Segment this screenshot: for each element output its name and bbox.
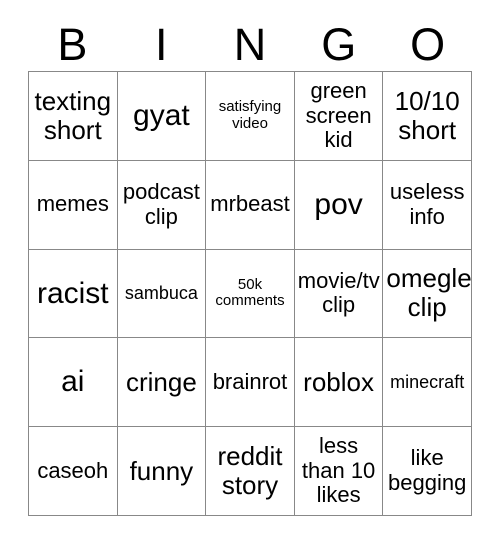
bingo-cell-label: ai [61, 365, 85, 399]
bingo-cell-r3c4[interactable]: movie/tv clip [294, 249, 384, 339]
header-letter-o: O [410, 19, 446, 70]
bingo-cell-label: funny [129, 455, 194, 486]
bingo-grid: texting short gyat satisfying video green s… [28, 71, 472, 516]
bingo-cell-r2c1[interactable]: memes [29, 160, 118, 250]
header-letter-b: B [57, 19, 88, 70]
bingo-cell-r4c3[interactable]: brainrot [206, 338, 295, 428]
bingo-header: B I N G O [28, 18, 472, 71]
bingo-cell-r4c1[interactable]: ai [29, 338, 118, 428]
bingo-cell-label: texting short [34, 85, 112, 145]
bingo-cell-r2c5[interactable]: useless info [383, 160, 472, 250]
bingo-cell-r4c2[interactable]: cringe [117, 338, 207, 428]
bingo-cell-r4c5[interactable]: minecraft [383, 338, 472, 428]
bingo-cell-label: green screen kid [305, 77, 372, 153]
bingo-cell-label: reddit story [217, 440, 283, 501]
header-letter-g: G [321, 19, 357, 70]
header-letter-n: N [233, 19, 267, 70]
bingo-cell-label: memes [36, 191, 109, 217]
bingo-cell-r1c2[interactable]: gyat [117, 72, 207, 161]
bingo-cell-r2c3[interactable]: mrbeast [206, 160, 295, 250]
bingo-cell-label: pov [314, 187, 363, 221]
bingo-cell-r3c5[interactable]: omegle clip [383, 249, 472, 339]
bingo-cell-r3c2[interactable]: sambuca [117, 249, 207, 339]
bingo-cell-r2c4[interactable]: pov [294, 160, 384, 250]
header-letter-i: I [154, 19, 168, 70]
bingo-cell-r5c1[interactable]: caseoh [29, 427, 118, 516]
bingo-cell-label: less than 10 likes [301, 433, 376, 508]
bingo-cell-label: movie/tv clip [297, 267, 380, 318]
bingo-cell-r4c4[interactable]: roblox [294, 338, 384, 428]
bingo-cell-label: omegle clip [386, 263, 472, 323]
bingo-cell-r1c3[interactable]: satisfying video [206, 72, 295, 161]
bingo-cell-r2c2[interactable]: podcast clip [117, 160, 207, 250]
bingo-card: B I N G O texting short gyat satisfying vi… [0, 0, 500, 544]
bingo-cell-label: podcast clip [122, 179, 200, 229]
bingo-cell-label: roblox [303, 366, 374, 397]
bingo-cell-label: brainrot [212, 368, 288, 394]
bingo-cell-r1c1[interactable]: texting short [29, 72, 118, 161]
bingo-cell-label: 50k comments [215, 275, 285, 310]
bingo-cell-r5c5[interactable]: like begging [383, 427, 472, 516]
bingo-cell-r3c3[interactable]: 50k comments [206, 249, 295, 339]
bingo-cell-label: 10/10 short [394, 85, 460, 145]
bingo-cell-r1c5[interactable]: 10/10 short [383, 72, 472, 161]
bingo-cell-label: cringe [125, 366, 197, 397]
bingo-cell-label: like begging [388, 445, 467, 496]
bingo-cell-r5c3[interactable]: reddit story [206, 427, 295, 516]
bingo-cell-label: sambuca [124, 283, 198, 304]
bingo-cell-label: useless info [389, 179, 465, 229]
bingo-cell-label: minecraft [390, 372, 465, 393]
bingo-cell-label: gyat [133, 99, 190, 133]
bingo-cell-r1c4[interactable]: green screen kid [294, 72, 384, 161]
bingo-cell-label: satisfying video [218, 98, 282, 132]
bingo-cell-label: caseoh [37, 457, 109, 483]
bingo-cell-r5c4[interactable]: less than 10 likes [294, 427, 384, 516]
bingo-cell-r5c2[interactable]: funny [117, 427, 207, 516]
bingo-cell-label: racist [36, 276, 109, 310]
bingo-cell-r3c1[interactable]: racist [29, 249, 118, 339]
bingo-cell-label: mrbeast [210, 191, 290, 217]
